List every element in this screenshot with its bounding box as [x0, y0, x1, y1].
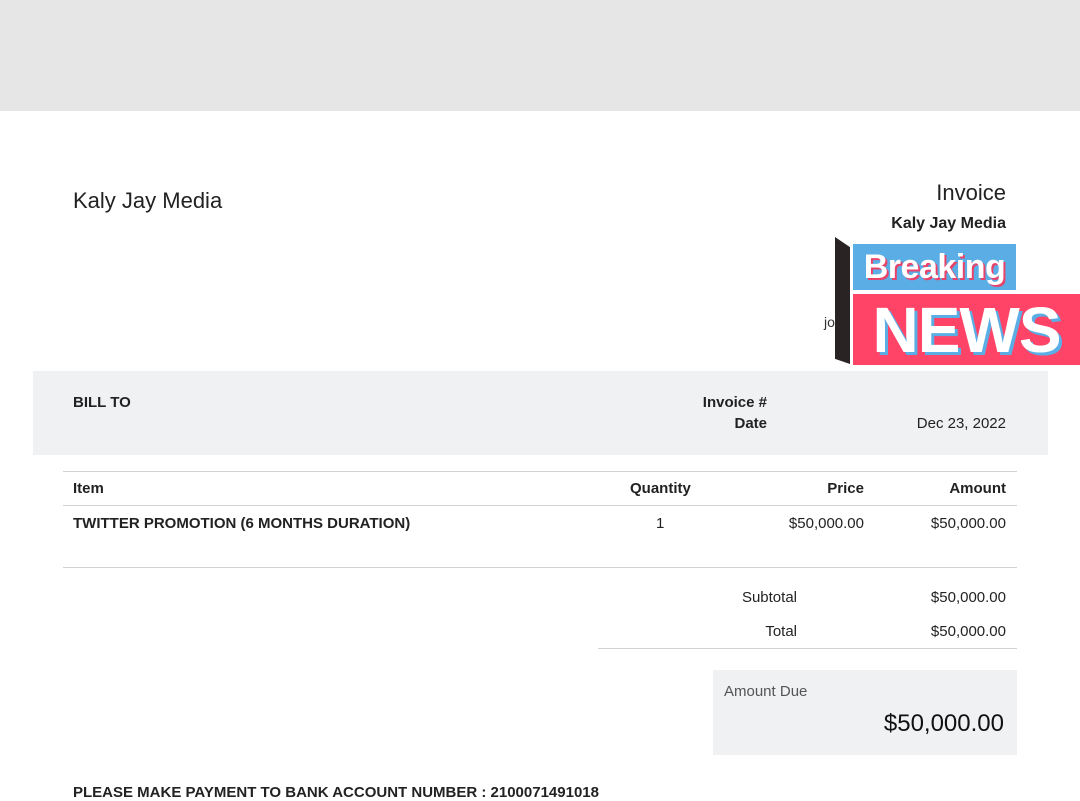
subtotal-value: $50,000.00: [930, 589, 1006, 606]
badge-news-box: NEWS: [853, 293, 1080, 366]
column-header-item: Item: [73, 480, 104, 497]
table-header-rule: [63, 505, 1017, 506]
bill-to-label: BILL TO: [73, 394, 131, 411]
row-price: $50,000.00: [788, 515, 864, 532]
date-label: Date: [734, 415, 767, 432]
date-value: Dec 23, 2022: [916, 415, 1006, 432]
invoice-number-label: Invoice #: [702, 394, 767, 411]
email-fragment: jo: [824, 314, 835, 330]
table-top-rule: [63, 471, 1017, 472]
payment-note: PLEASE MAKE PAYMENT TO BANK ACCOUNT NUMB…: [73, 784, 599, 801]
subtotal-label: Subtotal: [741, 589, 797, 606]
top-bar: [0, 0, 1080, 111]
total-value: $50,000.00: [930, 623, 1006, 640]
invoice-company: Kaly Jay Media: [891, 215, 1006, 232]
amount-due-label: Amount Due: [724, 683, 808, 700]
column-header-quantity: Quantity: [630, 480, 691, 497]
badge-breaking-box: Breaking: [853, 244, 1016, 290]
totals-rule: [598, 648, 1017, 649]
company-name: Kaly Jay Media: [73, 188, 223, 213]
row-item: TWITTER PROMOTION (6 MONTHS DURATION): [73, 515, 411, 532]
row-quantity: 1: [656, 515, 665, 532]
billing-band: [33, 371, 1048, 455]
badge-news-text: NEWS: [872, 293, 1062, 366]
invoice-title: Invoice: [936, 180, 1006, 205]
row-amount: $50,000.00: [930, 515, 1006, 532]
total-label: Total: [765, 623, 797, 640]
table-bottom-rule: [63, 567, 1017, 568]
badge-bar: [835, 237, 850, 364]
amount-due-value: $50,000.00: [883, 710, 1004, 737]
column-header-amount: Amount: [949, 480, 1006, 497]
badge-breaking-text: Breaking: [863, 247, 1006, 286]
column-header-price: Price: [827, 480, 864, 497]
